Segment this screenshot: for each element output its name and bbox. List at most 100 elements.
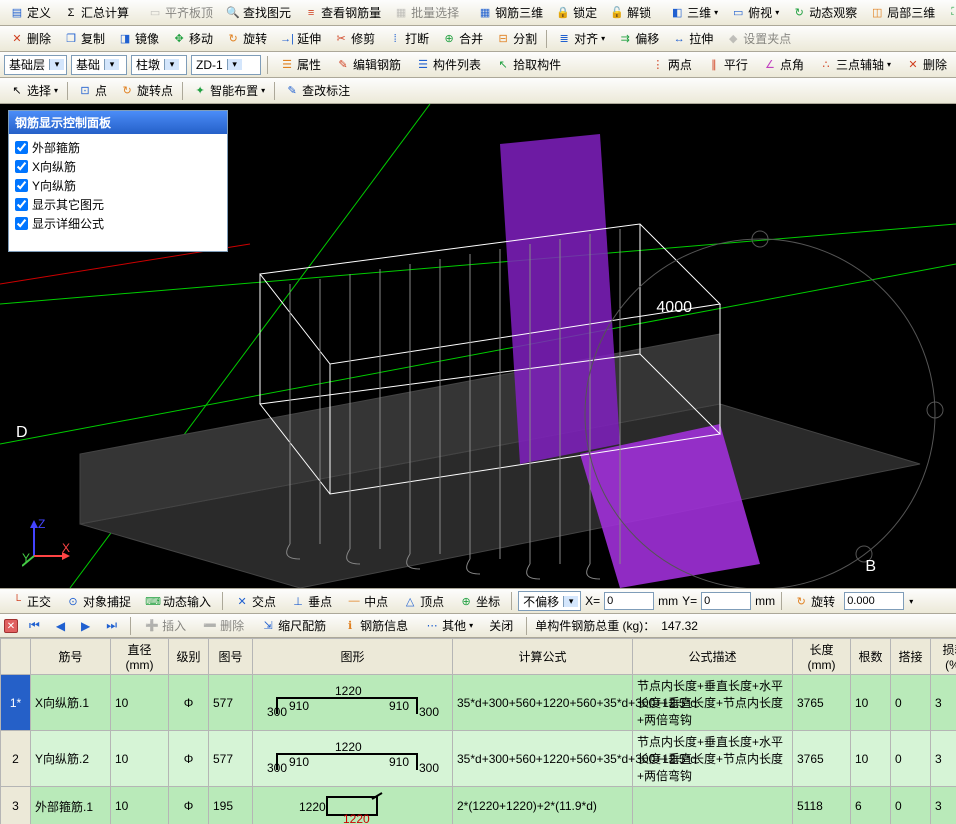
rot-input[interactable] <box>844 592 904 610</box>
col-header[interactable]: 直径(mm) <box>111 639 169 675</box>
define-button[interactable]: ▤定义 <box>4 1 56 24</box>
cell-lap[interactable]: 0 <box>891 787 931 824</box>
point-button[interactable]: ⊡点 <box>72 79 112 102</box>
info-button[interactable]: ℹ钢筋信息 <box>337 614 413 637</box>
cell-len[interactable]: 3765 <box>793 675 851 731</box>
checkbox-icon[interactable] <box>15 141 28 154</box>
split-button[interactable]: ⊟分割 <box>490 27 542 50</box>
col-header[interactable]: 根数 <box>851 639 891 675</box>
table-row[interactable]: 2Y向纵筋.210Φ577300910122091030035*d+300+56… <box>1 731 956 787</box>
complist-button[interactable]: ☰构件列表 <box>410 53 486 76</box>
setclamp-button[interactable]: ◆设置夹点 <box>720 27 796 50</box>
cell-shape[interactable]: 3009101220910300 <box>253 731 453 787</box>
del2-button[interactable]: ✕删除 <box>900 53 952 76</box>
cell-dia[interactable]: 10 <box>111 675 169 731</box>
cell-desc[interactable]: 节点内长度+垂直长度+水平长度+垂直长度+节点内长度+两倍弯钩 <box>633 675 793 731</box>
panel-checkbox-2[interactable]: Y向纵筋 <box>15 176 221 195</box>
cell-dia[interactable]: 10 <box>111 731 169 787</box>
panel-checkbox-0[interactable]: 外部箍筋 <box>15 138 221 157</box>
col-header[interactable]: 长度(mm) <box>793 639 851 675</box>
threeaux-button[interactable]: ∴三点辅轴▾ <box>813 53 896 76</box>
close-button[interactable]: 关闭 <box>484 614 518 637</box>
rot-button[interactable]: ↻旋转 <box>788 590 840 613</box>
cell-grade[interactable]: Φ <box>169 787 209 824</box>
props-button[interactable]: ☰属性 <box>274 53 326 76</box>
other-button[interactable]: ⋯其他▾ <box>419 614 478 637</box>
cell-shape[interactable]: 3009101220910300 <box>253 675 453 731</box>
select-button[interactable]: ↖选择▾ <box>4 79 63 102</box>
mid-button[interactable]: —中点 <box>341 590 393 613</box>
pick-button[interactable]: ↖拾取构件 <box>490 53 566 76</box>
col-header[interactable]: 搭接 <box>891 639 931 675</box>
cell-fig[interactable]: 577 <box>209 675 253 731</box>
scale-button[interactable]: ⇲缩尺配筋 <box>255 614 331 637</box>
panel-checkbox-1[interactable]: X向纵筋 <box>15 157 221 176</box>
perp-button[interactable]: ⊥垂点 <box>285 590 337 613</box>
cell-len[interactable]: 5118 <box>793 787 851 824</box>
rot-dropdown-icon[interactable]: ▾ <box>909 597 913 606</box>
cell-qty[interactable]: 6 <box>851 787 891 824</box>
layer-dropdown[interactable]: 基础▾ <box>71 55 127 75</box>
steel3d-button[interactable]: ▦钢筋三维 <box>472 1 548 24</box>
row-number[interactable]: 3 <box>1 787 31 824</box>
viewport-3d[interactable]: 4000 D B Z X Y 钢筋显示控制面板 外部箍筋X向纵筋Y向纵筋显示其它… <box>0 104 956 588</box>
rotate-button[interactable]: ↻旋转 <box>220 27 272 50</box>
copy-button[interactable]: ❐复制 <box>58 27 110 50</box>
nav-last-button[interactable]: ⏭ <box>101 615 122 636</box>
parallel-button[interactable]: ∥平行 <box>701 53 753 76</box>
nooffset-dropdown[interactable]: 不偏移▾ <box>518 591 581 611</box>
cell-desc[interactable]: 节点内长度+垂直长度+水平长度+垂直长度+节点内长度+两倍弯钩 <box>633 731 793 787</box>
unlock-button[interactable]: 🔓解锁 <box>604 1 656 24</box>
ortho-toggle[interactable]: └正交 <box>4 590 56 613</box>
cell-name[interactable]: 外部箍筋.1 <box>31 787 111 824</box>
col-header[interactable] <box>1 639 31 675</box>
delete-button[interactable]: ✕删除 <box>4 27 56 50</box>
3d-button[interactable]: ◧三维▾ <box>664 1 723 24</box>
cell-fig[interactable]: 195 <box>209 787 253 824</box>
axispt-button[interactable]: ⊕坐标 <box>453 590 505 613</box>
cell-loss[interactable]: 3 <box>931 675 956 731</box>
pier-dropdown[interactable]: 柱墩▾ <box>131 55 187 75</box>
rotpt-button[interactable]: ↻旋转点 <box>114 79 178 102</box>
ptang-button[interactable]: ∠点角 <box>757 53 809 76</box>
cell-grade[interactable]: Φ <box>169 675 209 731</box>
checkbox-icon[interactable] <box>15 198 28 211</box>
sum-button[interactable]: Σ汇总计算 <box>58 1 134 24</box>
partial3d-button[interactable]: ◫局部三维 <box>864 1 940 24</box>
x-input[interactable] <box>604 592 654 610</box>
cell-name[interactable]: X向纵筋.1 <box>31 675 111 731</box>
find-button[interactable]: 🔍查找图元 <box>220 1 296 24</box>
dynobs-button[interactable]: ↻动态观察 <box>786 1 862 24</box>
layer-category-dropdown[interactable]: 基础层▾ <box>4 55 67 75</box>
stretch-button[interactable]: ↔拉伸 <box>666 27 718 50</box>
viewbar-button[interactable]: ≡查看钢筋量 <box>298 1 386 24</box>
checkbox-icon[interactable] <box>15 179 28 192</box>
row-number[interactable]: 1* <box>1 675 31 731</box>
snap-toggle[interactable]: ⊙对象捕捉 <box>60 590 136 613</box>
twopt-button[interactable]: ⋮两点 <box>645 53 697 76</box>
smart-button[interactable]: ✦智能布置▾ <box>187 79 270 102</box>
lock-button[interactable]: 🔒锁定 <box>550 1 602 24</box>
cell-qty[interactable]: 10 <box>851 675 891 731</box>
cell-loss[interactable]: 3 <box>931 787 956 824</box>
col-header[interactable]: 筋号 <box>31 639 111 675</box>
batch-button[interactable]: ▦批量选择 <box>388 1 464 24</box>
cell-name[interactable]: Y向纵筋.2 <box>31 731 111 787</box>
nav-prev-button[interactable]: ◀ <box>51 616 70 636</box>
cell-dia[interactable]: 10 <box>111 787 169 824</box>
merge-button[interactable]: ⊕合并 <box>436 27 488 50</box>
topview-button[interactable]: ▭俯视▾ <box>725 1 784 24</box>
col-header[interactable]: 损耗(%) <box>931 639 956 675</box>
dyninput-toggle[interactable]: ⌨动态输入 <box>140 590 216 613</box>
cell-len[interactable]: 3765 <box>793 731 851 787</box>
nav-first-button[interactable]: ⏮ <box>24 615 45 636</box>
move-button[interactable]: ✥移动 <box>166 27 218 50</box>
apex-button[interactable]: △顶点 <box>397 590 449 613</box>
col-header[interactable]: 图号 <box>209 639 253 675</box>
break-button[interactable]: ⁞打断 <box>382 27 434 50</box>
cell-shape[interactable]: 12201220 <box>253 787 453 824</box>
cell-qty[interactable]: 10 <box>851 731 891 787</box>
close-table-button[interactable]: ✕ <box>4 619 18 633</box>
col-header[interactable]: 级别 <box>169 639 209 675</box>
checkbox-icon[interactable] <box>15 160 28 173</box>
